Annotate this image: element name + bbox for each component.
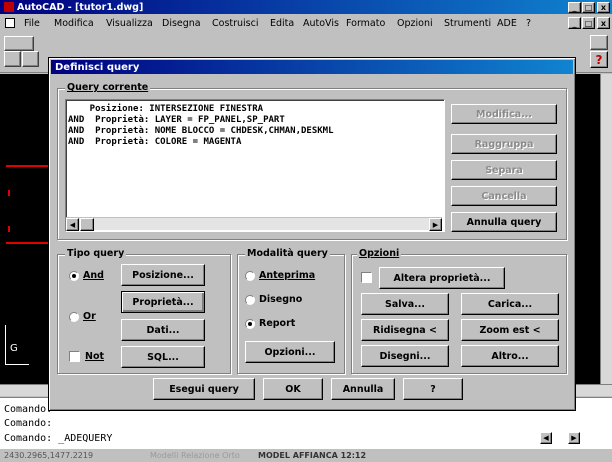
app-minimize-button[interactable]: _ xyxy=(568,2,581,13)
app-title: AutoCAD - [tutor1.dwg] xyxy=(17,1,144,13)
current-query-label: Query corrente xyxy=(65,82,151,93)
doc-icon xyxy=(5,18,15,28)
report-label: Report xyxy=(259,318,296,329)
vertical-scrollbar[interactable] xyxy=(600,74,612,384)
status-model[interactable]: MODEL AFFIANCA 12:12 xyxy=(258,451,366,460)
drawings-button[interactable]: Disegni... xyxy=(361,345,449,367)
undo-query-button[interactable]: Annulla query xyxy=(451,212,557,232)
drawing-red-marker xyxy=(8,190,10,196)
menu-modifica[interactable]: Modifica xyxy=(54,18,94,29)
zoom-extents-button[interactable]: Zoom est < xyxy=(461,319,559,341)
doc-minimize-button[interactable]: _ xyxy=(568,17,581,29)
not-checkbox[interactable] xyxy=(69,351,80,362)
save-button[interactable]: Salva... xyxy=(361,293,449,315)
menu-bar: File Modifica Visualizza Disegna Costrui… xyxy=(0,15,612,32)
menu-opzioni[interactable]: Opzioni xyxy=(397,18,433,29)
ok-button[interactable]: OK xyxy=(263,378,323,400)
help-button[interactable]: ? xyxy=(403,378,463,400)
query-list[interactable]: Posizione: INTERSEZIONE FINESTRA AND Pro… xyxy=(65,99,445,232)
query-line[interactable]: AND Proprietà: NOME BLOCCO = CHDESK,CHMA… xyxy=(68,126,334,136)
command-history-line: Comando: xyxy=(4,418,53,429)
menu-file[interactable]: File xyxy=(24,18,40,29)
menu-visualizza[interactable]: Visualizza xyxy=(106,18,153,29)
report-radio[interactable] xyxy=(245,319,255,329)
doc-maximize-button[interactable]: □ xyxy=(582,17,595,29)
mode-options-button[interactable]: Opzioni... xyxy=(245,341,335,363)
load-button[interactable]: Carica... xyxy=(461,293,559,315)
options-label: Opzioni xyxy=(357,248,402,259)
menu-ade[interactable]: ADE xyxy=(497,18,517,29)
command-current-line: Comando: _ADEQUERY xyxy=(4,433,113,444)
query-mode-label: Modalità query xyxy=(245,248,330,259)
query-line[interactable]: AND Proprietà: LAYER = FP_PANEL,SP_PART xyxy=(68,115,285,125)
property-button[interactable]: Proprietà... xyxy=(121,291,205,313)
menu-help[interactable]: ? xyxy=(526,18,531,29)
menu-strumenti[interactable]: Strumenti xyxy=(444,18,491,29)
menu-disegna[interactable]: Disegna xyxy=(162,18,201,29)
or-label: Or xyxy=(83,311,96,322)
delete-button[interactable]: Cancella xyxy=(451,186,557,206)
position-button[interactable]: Posizione... xyxy=(121,264,205,286)
scroll-right-button[interactable]: ▶ xyxy=(429,218,442,231)
help-toolbar-button[interactable]: ? xyxy=(590,51,608,68)
status-bar: 2430.2965,1477.2219 Modelli Relazione Or… xyxy=(0,450,612,462)
execute-query-button[interactable]: Esegui query xyxy=(153,378,255,400)
app-close-button[interactable]: x xyxy=(597,2,610,13)
command-scroll-left-button[interactable]: ◀ xyxy=(540,432,552,444)
query-line[interactable]: Posizione: INTERSEZIONE FINESTRA xyxy=(68,104,263,114)
command-scroll-right-button[interactable]: ▶ xyxy=(568,432,580,444)
preview-label: Anteprima xyxy=(259,270,316,281)
redraw-button[interactable]: Ridisegna < xyxy=(361,319,449,341)
draw-label: Disegno xyxy=(259,294,303,305)
cancel-button[interactable]: Annulla xyxy=(331,378,395,400)
alter-properties-button[interactable]: Altera proprietà... xyxy=(379,267,505,289)
dialog-titlebar: Definisci query xyxy=(51,60,573,74)
menu-edita[interactable]: Edita xyxy=(270,18,294,29)
separate-button[interactable]: Separa xyxy=(451,160,557,180)
open-file-icon[interactable] xyxy=(22,51,39,67)
drawing-red-marker xyxy=(8,226,10,232)
app-titlebar: AutoCAD - [tutor1.dwg] xyxy=(0,0,612,14)
menu-formato[interactable]: Formato xyxy=(346,18,385,29)
scroll-thumb[interactable] xyxy=(80,218,94,231)
alter-properties-checkbox[interactable] xyxy=(361,272,372,283)
and-radio[interactable] xyxy=(69,271,79,281)
layer-icon[interactable] xyxy=(4,36,34,51)
menu-autovis[interactable]: AutoVis xyxy=(303,18,339,29)
status-coords: 2430.2965,1477.2219 xyxy=(4,451,94,460)
doc-close-button[interactable]: x xyxy=(597,17,610,29)
group-button[interactable]: Raggruppa xyxy=(451,134,557,154)
ucs-icon: G xyxy=(5,325,29,365)
drawing-red-line xyxy=(6,165,50,167)
scroll-left-button[interactable]: ◀ xyxy=(66,218,79,231)
draw-radio[interactable] xyxy=(245,295,255,305)
other-button[interactable]: Altro... xyxy=(461,345,559,367)
app-logo-icon xyxy=(4,2,14,12)
or-radio[interactable] xyxy=(69,312,79,322)
query-type-label: Tipo query xyxy=(65,248,127,259)
query-line[interactable]: AND Proprietà: COLORE = MAGENTA xyxy=(68,137,241,147)
sql-button[interactable]: SQL... xyxy=(121,346,205,368)
and-label: And xyxy=(83,270,104,281)
preview-radio[interactable] xyxy=(245,271,255,281)
define-query-dialog: Definisci query Query corrente Posizione… xyxy=(48,57,576,411)
query-hscrollbar[interactable]: ◀ ▶ xyxy=(66,217,442,231)
drawing-red-line xyxy=(6,242,50,244)
toolbar-icon-right[interactable] xyxy=(590,35,608,50)
modify-button[interactable]: Modifica... xyxy=(451,104,557,124)
app-maximize-button[interactable]: □ xyxy=(582,2,595,13)
dialog-title: Definisci query xyxy=(55,61,140,73)
menu-costruisci[interactable]: Costruisci xyxy=(212,18,259,29)
new-file-icon[interactable] xyxy=(4,51,21,67)
command-history-line: Comando: xyxy=(4,404,53,415)
status-modes[interactable]: Modelli Relazione Orto xyxy=(150,451,240,460)
not-label: Not xyxy=(85,351,105,362)
data-button[interactable]: Dati... xyxy=(121,319,205,341)
